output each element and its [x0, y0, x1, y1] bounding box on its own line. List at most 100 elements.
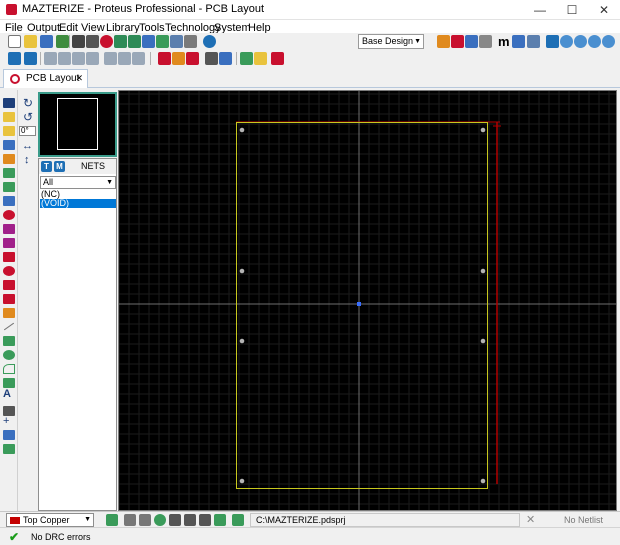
tab-pcb-layout[interactable]: PCB Layout ✕: [3, 69, 88, 88]
undo-icon[interactable]: [8, 52, 21, 65]
mounting-hole[interactable]: [480, 127, 486, 133]
design-select[interactable]: Base Design ▼: [358, 34, 424, 49]
ratsnest-mode-icon[interactable]: [3, 182, 15, 192]
rewind-icon[interactable]: [114, 35, 127, 48]
copy-icon[interactable]: [58, 52, 71, 65]
circle-tool-icon[interactable]: [3, 350, 15, 360]
connectivity-mode-icon[interactable]: [3, 196, 15, 206]
rect-smt-pad-icon[interactable]: [3, 280, 15, 290]
save-icon[interactable]: [40, 35, 53, 48]
board-icon[interactable]: [142, 35, 155, 48]
route-icon[interactable]: [158, 52, 171, 65]
grid-icon[interactable]: [72, 35, 85, 48]
square-pad-icon[interactable]: [3, 224, 15, 234]
redo-icon[interactable]: [24, 52, 37, 65]
dimension-tool-icon[interactable]: [3, 430, 15, 440]
tab-m[interactable]: M: [54, 161, 65, 172]
via-tool-icon[interactable]: [139, 514, 151, 526]
drc-run-icon[interactable]: [154, 514, 166, 526]
package-mode-icon[interactable]: [3, 126, 15, 136]
selection-mode-icon[interactable]: [3, 98, 15, 108]
close-button[interactable]: ✕: [588, 0, 620, 20]
component-icon[interactable]: [437, 35, 450, 48]
record-icon[interactable]: [100, 35, 113, 48]
minimize-button[interactable]: —: [524, 0, 556, 20]
replace-icon[interactable]: [118, 52, 131, 65]
zoom-in-icon[interactable]: [560, 35, 573, 48]
box-tool-icon[interactable]: [3, 336, 15, 346]
tab-close-icon[interactable]: ✕: [75, 70, 83, 87]
export-icon[interactable]: [232, 514, 244, 526]
origin-icon[interactable]: [512, 35, 525, 48]
block-copy-icon[interactable]: [86, 52, 99, 65]
zoom-all-icon[interactable]: [588, 35, 601, 48]
new-file-icon[interactable]: [8, 35, 21, 48]
mirror-horizontal-icon[interactable]: ↔: [22, 140, 33, 152]
power-plane-icon[interactable]: [254, 52, 267, 65]
zoom-fit-icon[interactable]: [170, 35, 183, 48]
arc-tool-icon[interactable]: [3, 364, 15, 374]
open-folder-icon[interactable]: [24, 35, 37, 48]
via-mode-icon[interactable]: [3, 154, 15, 164]
mounting-hole[interactable]: [239, 478, 245, 484]
via-icon[interactable]: [186, 52, 199, 65]
round-pad-icon[interactable]: [3, 210, 15, 220]
autoroute-icon[interactable]: [172, 52, 185, 65]
mounting-hole[interactable]: [239, 127, 245, 133]
search-icon[interactable]: [104, 52, 117, 65]
line-tool-icon[interactable]: [3, 322, 15, 331]
track-mode-icon[interactable]: [3, 140, 15, 150]
netlist-icon[interactable]: [219, 52, 232, 65]
zoom-out-icon[interactable]: [574, 35, 587, 48]
route-tool-icon[interactable]: [124, 514, 136, 526]
library-icon[interactable]: [479, 35, 492, 48]
padstack-icon[interactable]: [3, 308, 15, 318]
cut-icon[interactable]: [44, 52, 57, 65]
triangle-icon[interactable]: [451, 35, 464, 48]
rotation-angle-input[interactable]: 0°: [19, 126, 36, 136]
net-list-item-selected[interactable]: (VOID): [40, 199, 116, 208]
mounting-hole[interactable]: [239, 338, 245, 344]
marker-tool-icon[interactable]: +: [3, 416, 15, 427]
move-icon[interactable]: [86, 35, 99, 48]
edge-pad-icon[interactable]: [3, 252, 15, 262]
tab-t[interactable]: T: [41, 161, 52, 172]
report-icon[interactable]: [271, 52, 284, 65]
polygon-pad-icon[interactable]: [3, 294, 15, 304]
layer-select[interactable]: Top Copper ▼: [6, 513, 94, 527]
overview-window[interactable]: [38, 92, 117, 157]
fit-icon[interactable]: [214, 514, 226, 526]
delete-icon[interactable]: [199, 514, 211, 526]
forward-icon[interactable]: [128, 35, 141, 48]
drc-icon[interactable]: [240, 52, 253, 65]
component-mode-icon[interactable]: [3, 112, 15, 122]
mirror-vertical-icon[interactable]: ↕: [24, 154, 30, 166]
autoplace-icon[interactable]: [169, 514, 181, 526]
mounting-hole[interactable]: [480, 478, 486, 484]
tool-icon[interactable]: [132, 52, 145, 65]
metric-toggle[interactable]: m: [498, 35, 511, 48]
maximize-button[interactable]: ☐: [556, 0, 588, 20]
net-filter-select[interactable]: All ▼: [40, 176, 116, 189]
rotate-ccw-icon[interactable]: ↺: [23, 110, 33, 124]
mounting-hole[interactable]: [480, 268, 486, 274]
pan-icon[interactable]: [546, 35, 559, 48]
layer-tool-icon[interactable]: [3, 444, 15, 454]
snap-icon[interactable]: [527, 35, 540, 48]
dil-pad-icon[interactable]: [3, 238, 15, 248]
mounting-hole[interactable]: [239, 268, 245, 274]
zone-mode-icon[interactable]: [3, 168, 15, 178]
paste-icon[interactable]: [72, 52, 85, 65]
3d-view-icon[interactable]: [465, 35, 478, 48]
text-tool-icon[interactable]: A: [3, 389, 15, 400]
circular-smt-pad-icon[interactable]: [3, 266, 15, 276]
layers-stack-icon[interactable]: [106, 514, 118, 526]
mounting-hole[interactable]: [480, 338, 486, 344]
netlist-cancel-icon[interactable]: ✕: [526, 513, 535, 526]
help-icon[interactable]: [203, 35, 216, 48]
settings-icon[interactable]: [184, 35, 197, 48]
rotate-cw-icon[interactable]: ↻: [23, 96, 33, 110]
path-tool-icon[interactable]: [3, 378, 15, 388]
pcb-editing-canvas[interactable]: [118, 90, 617, 511]
zoom-area-icon[interactable]: [602, 35, 615, 48]
